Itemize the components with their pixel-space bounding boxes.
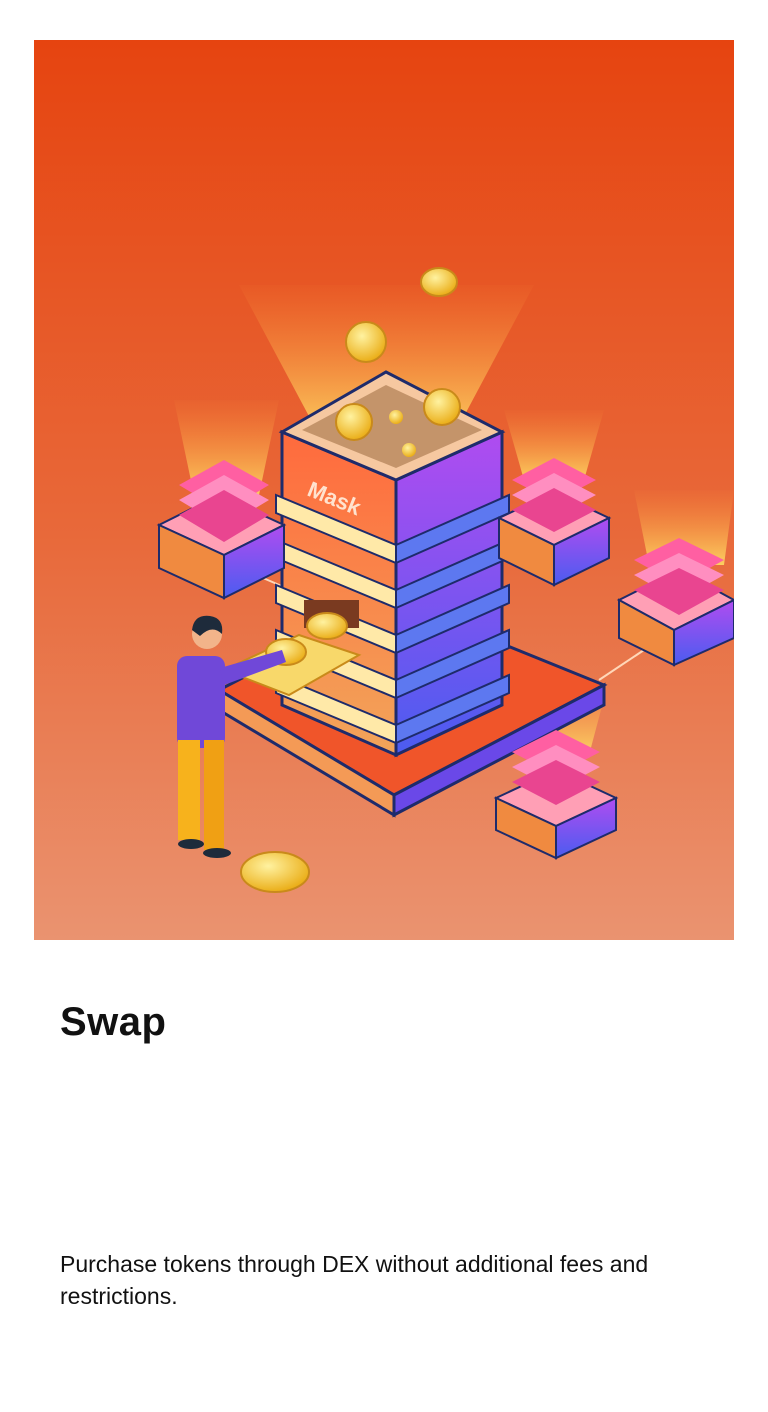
dollar-coin-icon <box>306 612 348 640</box>
ripple-coin-icon <box>345 321 387 363</box>
bitcoin-coin-icon <box>335 403 373 441</box>
small-coin-icon <box>402 443 416 457</box>
page-description: Purchase tokens through DEX without addi… <box>60 1251 649 1309</box>
small-coin-icon <box>389 410 403 424</box>
swap-illustration: Mask <box>34 40 734 940</box>
bitcoin-coin-icon <box>420 267 458 297</box>
coin-icon <box>423 388 461 426</box>
page-title: Swap <box>60 1000 167 1044</box>
ethereum-coin-icon <box>240 851 310 893</box>
